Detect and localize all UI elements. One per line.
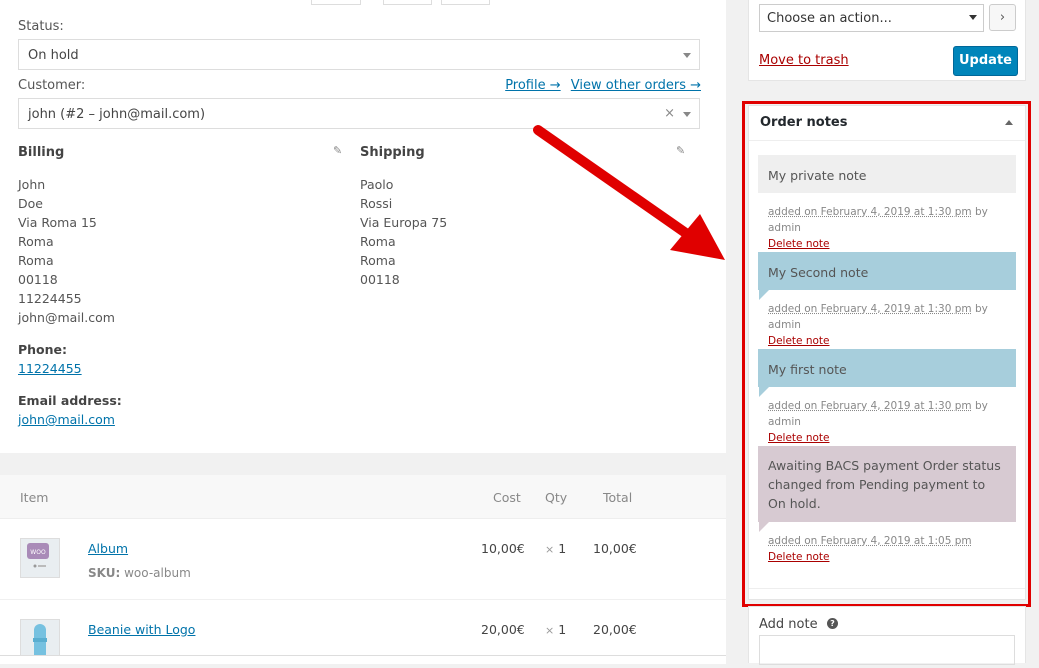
svg-text:WOO: WOO: [30, 549, 46, 556]
phone-link[interactable]: 11224455: [18, 361, 82, 376]
chevron-down-icon: [969, 15, 977, 20]
billing-address: John Doe Via Roma 15 Roma Roma 00118 112…: [18, 175, 115, 327]
item-cost: 10,00€: [481, 541, 525, 556]
highlight-frame: [742, 101, 1031, 607]
minute-field-fragment[interactable]: [441, 0, 490, 5]
order-action-value: Choose an action...: [767, 11, 892, 26]
item-qty: × 1: [545, 622, 566, 637]
col-total: Total: [603, 490, 632, 505]
col-item: Item: [20, 490, 48, 505]
shipping-address: Paolo Rossi Via Europa 75 Roma Roma 0011…: [360, 175, 447, 289]
billing-line: Doe: [18, 194, 115, 213]
album-thumbnail: WOO: [20, 538, 60, 578]
shipping-line: Paolo: [360, 175, 447, 194]
move-to-trash-link[interactable]: Move to trash: [759, 53, 849, 68]
times-icon: ×: [545, 624, 554, 637]
billing-line: Roma: [18, 232, 115, 251]
shipping-line: Roma: [360, 251, 447, 270]
profile-link[interactable]: Profile →: [505, 78, 560, 93]
email-label: Email address:: [18, 393, 122, 408]
billing-line: 11224455: [18, 289, 115, 308]
items-table-header: Item Cost Qty Total: [0, 475, 726, 519]
row-divider: [0, 599, 726, 600]
item-total: 10,00€: [593, 541, 637, 556]
date-field-fragment[interactable]: [311, 0, 361, 5]
order-actions-box: Choose an action... › Move to trash Upda…: [748, 0, 1026, 81]
shipping-title: Shipping: [360, 145, 425, 160]
order-action-select[interactable]: Choose an action...: [759, 4, 984, 32]
times-icon: ×: [545, 543, 554, 556]
add-note-box: Add note ?: [748, 606, 1026, 663]
billing-title: Billing: [18, 145, 64, 160]
billing-line: Via Roma 15: [18, 213, 115, 232]
shipping-line: Via Europa 75: [360, 213, 447, 232]
apply-action-button[interactable]: ›: [989, 4, 1016, 31]
item-sku: SKU: woo-album: [88, 566, 191, 580]
qty-value: 1: [558, 622, 566, 637]
sku-label: SKU:: [88, 566, 120, 580]
help-icon[interactable]: ?: [827, 618, 838, 629]
edit-billing-pencil-icon[interactable]: ✎: [333, 144, 342, 157]
shipping-line: 00118: [360, 270, 447, 289]
billing-line: John: [18, 175, 115, 194]
add-note-textarea[interactable]: [759, 635, 1015, 665]
item-total: 20,00€: [593, 622, 637, 637]
billing-line: john@mail.com: [18, 308, 115, 327]
status-value: On hold: [28, 48, 79, 63]
col-qty: Qty: [545, 490, 567, 505]
view-other-orders-link[interactable]: View other orders →: [571, 78, 701, 93]
add-note-label: Add note: [759, 617, 818, 632]
customer-links: Profile → View other orders →: [499, 78, 701, 93]
chevron-down-icon: [683, 53, 691, 58]
email-link[interactable]: john@mail.com: [18, 412, 115, 427]
item-qty: × 1: [545, 541, 566, 556]
item-name-link[interactable]: Album: [88, 541, 128, 556]
col-cost: Cost: [493, 490, 521, 505]
status-select[interactable]: On hold: [18, 39, 700, 70]
sku-value: woo-album: [124, 566, 191, 580]
phone-label: Phone:: [18, 342, 67, 357]
item-cost: 20,00€: [481, 622, 525, 637]
annotation-arrow-icon: [520, 118, 732, 268]
order-items-panel: Item Cost Qty Total WOO Album SKU: woo-a…: [0, 475, 726, 663]
item-name-link[interactable]: Beanie with Logo: [88, 622, 195, 637]
billing-line: 00118: [18, 270, 115, 289]
qty-value: 1: [558, 541, 566, 556]
hour-field-fragment[interactable]: [383, 0, 432, 5]
customer-label: Customer:: [18, 78, 85, 93]
shipping-line: Rossi: [360, 194, 447, 213]
billing-line: Roma: [18, 251, 115, 270]
shipping-line: Roma: [360, 232, 447, 251]
status-label: Status:: [18, 19, 64, 34]
customer-value: john (#2 – john@mail.com): [28, 107, 205, 122]
chevron-down-icon: [683, 112, 691, 117]
update-button[interactable]: Update: [953, 46, 1018, 76]
